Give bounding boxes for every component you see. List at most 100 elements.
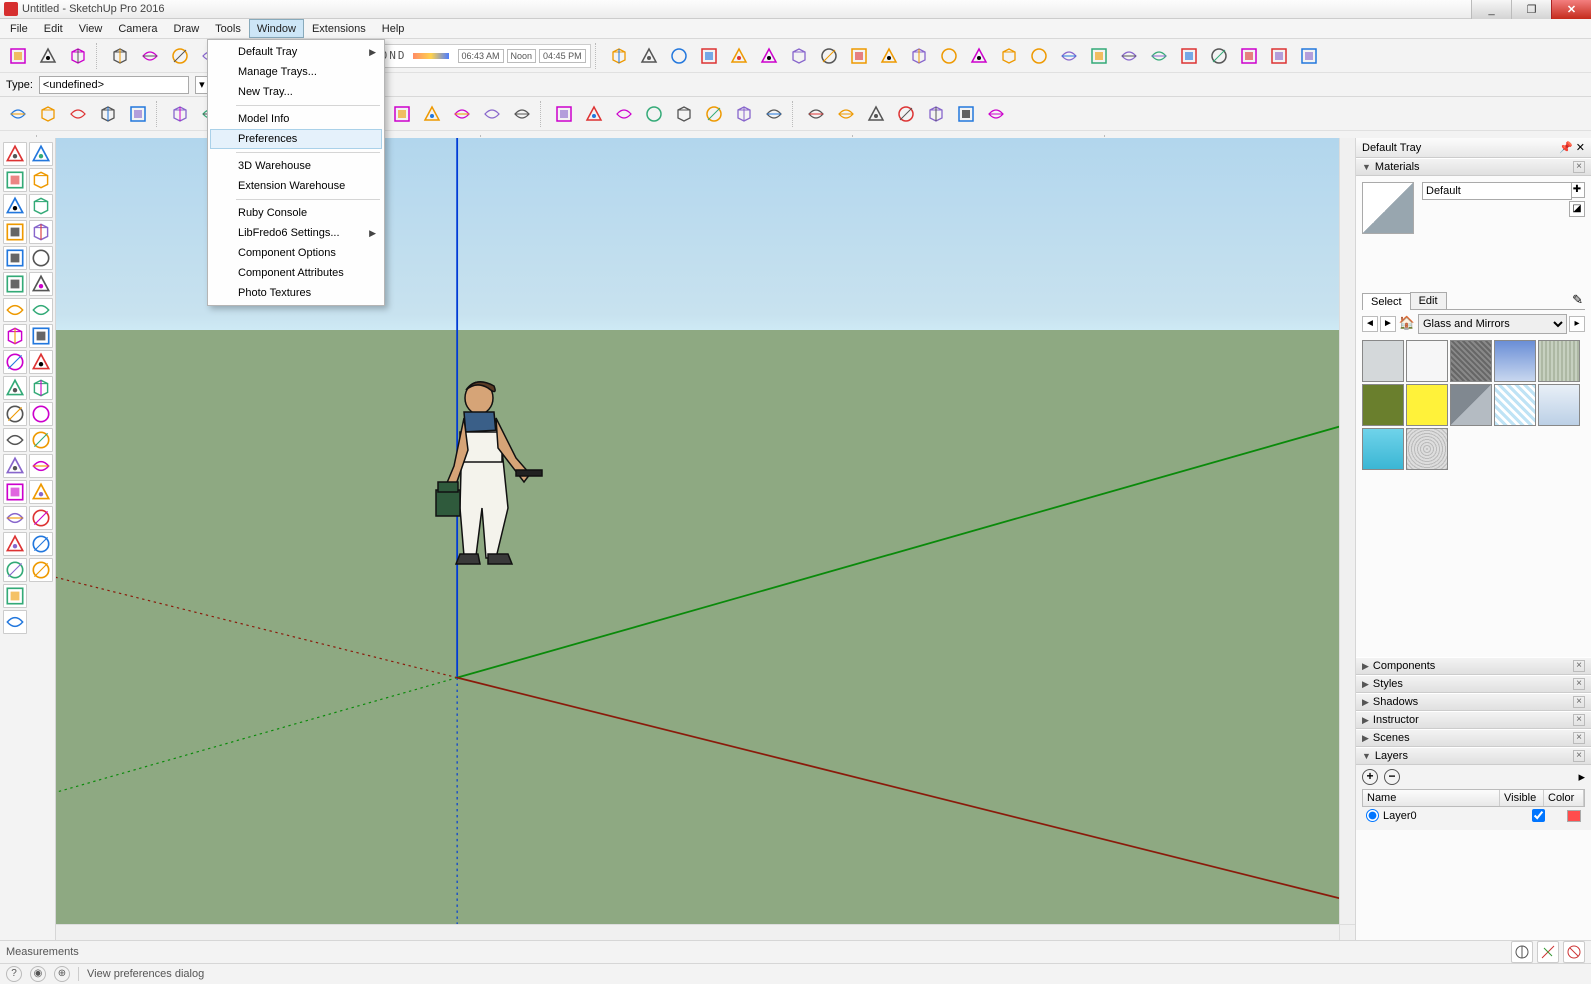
active-layer-radio[interactable] xyxy=(1366,809,1379,822)
walk-icon[interactable] xyxy=(3,558,27,582)
axis-display-2-icon[interactable] xyxy=(1537,941,1559,963)
rotate-icon[interactable] xyxy=(3,350,27,374)
move-icon[interactable] xyxy=(3,324,27,348)
menu-item-component-attributes[interactable]: Component Attributes xyxy=(210,263,382,283)
wall-icon[interactable] xyxy=(580,100,608,128)
nav-fwd-icon[interactable]: ► xyxy=(1380,316,1396,332)
menu-item-libfredo6-settings[interactable]: LibFredo6 Settings...▶ xyxy=(210,223,382,243)
tray-title[interactable]: Default Tray 📌 ✕ xyxy=(1356,138,1591,158)
status-help-icon[interactable]: ? xyxy=(6,966,22,982)
panel-close-icon[interactable]: × xyxy=(1573,678,1585,690)
panel-header-shadows[interactable]: ▶Shadows× xyxy=(1356,693,1591,711)
fold-icon[interactable] xyxy=(418,100,446,128)
rect-tool-icon[interactable] xyxy=(3,220,27,244)
material-swatch-11[interactable] xyxy=(1406,428,1448,470)
circle3d-icon[interactable] xyxy=(995,42,1023,70)
remove-layer-icon[interactable]: − xyxy=(1384,769,1400,785)
add-layer-icon[interactable]: + xyxy=(1362,769,1378,785)
page-rotate-icon[interactable] xyxy=(388,100,416,128)
steps-icon[interactable] xyxy=(3,610,27,634)
freehand-icon[interactable] xyxy=(29,194,53,218)
material-swatch-9[interactable] xyxy=(1538,384,1580,426)
menu-item-default-tray[interactable]: Default Tray▶ xyxy=(210,42,382,62)
yellow-cube-icon[interactable] xyxy=(862,100,890,128)
layer-row[interactable]: Layer0 xyxy=(1362,807,1585,824)
menu-item-tools[interactable]: Tools xyxy=(207,19,249,38)
library-menu-icon[interactable]: ▸ xyxy=(1569,316,1585,332)
eraser-pink-icon[interactable] xyxy=(29,168,53,192)
materials-library-select[interactable]: Glass and Mirrors xyxy=(1418,314,1567,334)
cube-solid-icon[interactable] xyxy=(478,100,506,128)
axes-tool-icon[interactable] xyxy=(3,454,27,478)
home-icon[interactable]: 🏠 xyxy=(1398,315,1416,333)
sample-paint-icon[interactable]: ✎ xyxy=(1572,292,1585,309)
pan-icon[interactable] xyxy=(29,506,53,530)
dim-icon[interactable] xyxy=(29,428,53,452)
3d-house-icon[interactable] xyxy=(550,100,578,128)
compass3d-icon[interactable] xyxy=(1265,42,1293,70)
close-button[interactable]: ✕ xyxy=(1551,0,1591,19)
panel-close-icon[interactable]: × xyxy=(1573,732,1585,744)
menu-item-extension-warehouse[interactable]: Extension Warehouse xyxy=(210,176,382,196)
f6-label-icon[interactable] xyxy=(982,100,1010,128)
pie2-icon[interactable] xyxy=(29,298,53,322)
material-swatch-10[interactable] xyxy=(1362,428,1404,470)
component-icon[interactable] xyxy=(29,142,53,166)
gear-icon[interactable] xyxy=(832,100,860,128)
panel-close-icon[interactable]: × xyxy=(1573,696,1585,708)
sun-gear-icon[interactable] xyxy=(1115,42,1143,70)
paste-icon[interactable] xyxy=(166,42,194,70)
blue-cube-icon[interactable] xyxy=(922,100,950,128)
menu-item-view[interactable]: View xyxy=(71,19,111,38)
material-swatch-7[interactable] xyxy=(1450,384,1492,426)
axis-display-3-icon[interactable] xyxy=(1563,941,1585,963)
panel-header-components[interactable]: ▶Components× xyxy=(1356,657,1591,675)
axis-display-1-icon[interactable] xyxy=(1511,941,1533,963)
orbit-icon[interactable] xyxy=(695,42,723,70)
material-swatch-0[interactable] xyxy=(1362,340,1404,382)
material-swatch-5[interactable] xyxy=(1362,384,1404,426)
save-icon[interactable] xyxy=(64,42,92,70)
minimize-button[interactable]: _ xyxy=(1471,0,1511,19)
torus-icon[interactable] xyxy=(1085,42,1113,70)
closet-icon[interactable] xyxy=(94,100,122,128)
menu-item-new-tray[interactable]: New Tray... xyxy=(210,82,382,102)
material-swatch-4[interactable] xyxy=(1538,340,1580,382)
material-swatch-1[interactable] xyxy=(1406,340,1448,382)
menu-item-file[interactable]: File xyxy=(2,19,36,38)
rect-icon[interactable] xyxy=(4,100,32,128)
line-icon[interactable] xyxy=(3,194,27,218)
paint-icon[interactable] xyxy=(3,480,27,504)
window-cube-icon[interactable] xyxy=(815,42,843,70)
cabinet-icon[interactable] xyxy=(124,100,152,128)
zoom-icon[interactable] xyxy=(3,532,27,556)
material-swatch-2[interactable] xyxy=(1450,340,1492,382)
maximize-button[interactable]: ❐ xyxy=(1511,0,1551,19)
bolt-icon[interactable] xyxy=(802,100,830,128)
panel-header-scenes[interactable]: ▶Scenes× xyxy=(1356,729,1591,747)
select-icon[interactable] xyxy=(3,142,27,166)
section-icon[interactable] xyxy=(3,584,27,608)
ring1-icon[interactable] xyxy=(935,42,963,70)
render1-icon[interactable] xyxy=(755,42,783,70)
panel-close-icon[interactable]: × xyxy=(1573,660,1585,672)
rect-outline-icon[interactable] xyxy=(64,100,92,128)
door-icon[interactable] xyxy=(610,100,638,128)
house1-icon[interactable] xyxy=(166,100,194,128)
hdr-name[interactable]: Name xyxy=(1363,790,1500,806)
menu-item-edit[interactable]: Edit xyxy=(36,19,71,38)
tape-icon[interactable] xyxy=(3,402,27,426)
render2-icon[interactable] xyxy=(785,42,813,70)
arch-icon[interactable] xyxy=(640,100,668,128)
lock-icon[interactable] xyxy=(875,42,903,70)
hatch1-icon[interactable] xyxy=(1145,42,1173,70)
hatch3-icon[interactable] xyxy=(1205,42,1233,70)
layer-visible-checkbox[interactable] xyxy=(1532,809,1545,822)
pie-icon[interactable] xyxy=(3,298,27,322)
text-icon[interactable] xyxy=(29,402,53,426)
scale-icon[interactable] xyxy=(3,376,27,400)
hatch2-icon[interactable] xyxy=(1175,42,1203,70)
swatch-book-icon[interactable] xyxy=(952,100,980,128)
panel-header-layers[interactable]: ▼Layers× xyxy=(1356,747,1591,765)
person-icon[interactable] xyxy=(665,42,693,70)
